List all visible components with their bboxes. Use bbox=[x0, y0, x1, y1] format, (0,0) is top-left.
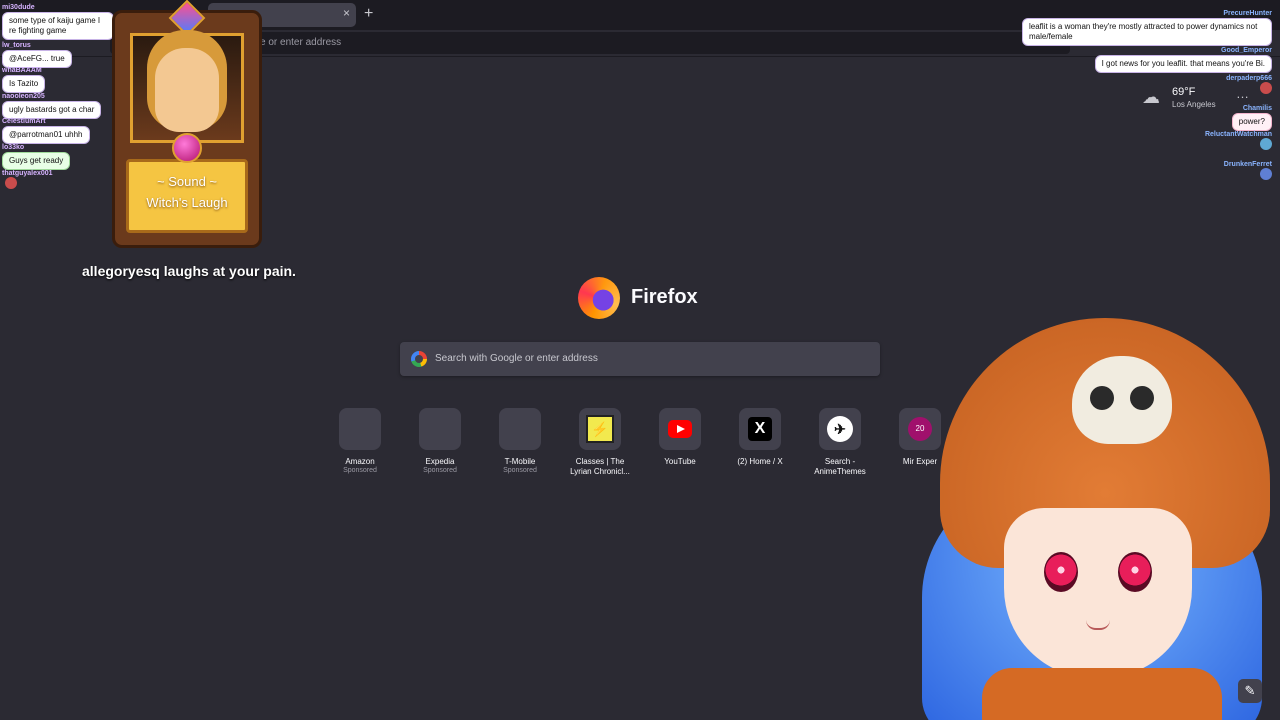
chat-username: lw_torus bbox=[2, 42, 31, 49]
tile-sponsor: Sponsored bbox=[503, 467, 537, 474]
chat-username: whaBAAAM bbox=[2, 67, 42, 74]
chat-username: Chamilis bbox=[1242, 105, 1272, 112]
chat-text: @AceFG... true bbox=[2, 50, 72, 68]
chat-message: mi30dude some type of kaiju game I re fi… bbox=[2, 4, 114, 40]
tile-label: Search - AnimeThemes bbox=[814, 457, 866, 476]
chat-text: Is Tazito bbox=[2, 75, 46, 93]
chat-text: some type of kaiju game I re fighting ga… bbox=[2, 12, 114, 40]
alert-banner: ~ Sound ~ Witch's Laugh bbox=[126, 159, 248, 233]
tmobile-icon bbox=[499, 408, 541, 450]
avatar-face bbox=[1004, 508, 1192, 678]
chat-username: CelestiumArt bbox=[2, 118, 46, 125]
chat-avatar bbox=[1260, 168, 1272, 180]
chat-message: PrecureHunter leaflit is a woman they're… bbox=[990, 10, 1272, 46]
chat-message: ReluctantWatchman bbox=[1160, 131, 1272, 150]
skull-eye bbox=[1090, 386, 1114, 410]
url-placeholder: e or enter address bbox=[260, 37, 342, 48]
orb-icon bbox=[172, 133, 202, 163]
top-site-expedia[interactable]: Expedia Sponsored bbox=[410, 408, 470, 474]
sound-alert-card: ~ Sound ~ Witch's Laugh bbox=[112, 0, 262, 248]
chat-username: mi30dude bbox=[2, 4, 35, 11]
chat-message: CelestiumArt @parrotman01 uhhh bbox=[2, 118, 90, 144]
chat-avatar bbox=[5, 177, 17, 189]
tile-box: X bbox=[739, 408, 781, 450]
top-site-x[interactable]: X (2) Home / X bbox=[730, 408, 790, 467]
chat-text: @parrotman01 uhhh bbox=[2, 126, 90, 144]
top-sites: Amazon Sponsored Expedia Sponsored T-Mob… bbox=[330, 408, 950, 488]
chat-message: whaBAAAM Is Tazito bbox=[2, 67, 46, 93]
tile-label: Amazon bbox=[345, 457, 375, 466]
chat-username: naooleon205 bbox=[2, 93, 45, 100]
avatar-mouth bbox=[1086, 620, 1110, 630]
chat-avatar bbox=[1260, 82, 1272, 94]
avatar-eye bbox=[1118, 552, 1152, 592]
tile-box bbox=[659, 408, 701, 450]
chat-username: lo33ko bbox=[2, 144, 25, 151]
top-site-youtube[interactable]: YouTube bbox=[650, 408, 710, 467]
skull-icon bbox=[1072, 356, 1172, 444]
lyrian-icon: ⚡ bbox=[586, 415, 614, 443]
tile-box: ⚡ bbox=[579, 408, 621, 450]
top-site-tmobile[interactable]: T-Mobile Sponsored bbox=[490, 408, 550, 474]
expedia-icon bbox=[419, 408, 461, 450]
chat-message: derpaderp666 bbox=[1160, 75, 1272, 94]
firefox-wordmark: Firefox bbox=[631, 286, 698, 308]
edit-icon[interactable]: ✎ bbox=[1238, 679, 1262, 703]
new-tab-button[interactable]: + bbox=[364, 5, 373, 23]
chat-message: Chamilis power? bbox=[1160, 105, 1272, 131]
chat-username: DrunkenFerret bbox=[1223, 161, 1272, 168]
tile-label: T-Mobile bbox=[504, 457, 536, 466]
search-placeholder: Search with Google or enter address bbox=[435, 353, 598, 364]
close-tab-icon[interactable]: × bbox=[343, 6, 350, 20]
tile-box: ✈ bbox=[819, 408, 861, 450]
top-site-animethemes[interactable]: ✈ Search - AnimeThemes bbox=[810, 408, 870, 477]
firefox-logo-block: Firefox bbox=[578, 277, 778, 321]
chat-text: ugly bastards got a char bbox=[2, 101, 102, 119]
chat-text: leaflit is a woman they're mostly attrac… bbox=[1022, 18, 1272, 46]
firefox-logo-icon bbox=[578, 277, 620, 319]
chat-text: I got news for you leaflit. that means y… bbox=[1094, 55, 1272, 73]
alert-portrait bbox=[130, 33, 244, 143]
chat-username: Good_Emperor bbox=[1221, 47, 1272, 54]
chat-username: thatguyalex001 bbox=[2, 170, 53, 177]
search-input[interactable]: Search with Google or enter address bbox=[400, 342, 880, 376]
tile-sponsor: Sponsored bbox=[423, 467, 457, 474]
vtuber-avatar bbox=[912, 318, 1280, 720]
chat-message: DrunkenFerret bbox=[1160, 161, 1272, 180]
top-site-lyrian[interactable]: ⚡ Classes | The Lyrian Chronicl... bbox=[570, 408, 630, 477]
chat-avatar bbox=[1260, 138, 1272, 150]
animethemes-icon: ✈ bbox=[827, 416, 853, 442]
chat-message: lw_torus @AceFG... true bbox=[2, 42, 72, 68]
chat-username: derpaderp666 bbox=[1226, 75, 1272, 82]
alert-message: allegoryesq laughs at your pain. bbox=[82, 263, 296, 279]
tile-label: YouTube bbox=[664, 457, 696, 466]
tile-sponsor: Sponsored bbox=[343, 467, 377, 474]
chat-text: power? bbox=[1231, 113, 1272, 131]
chat-username: PrecureHunter bbox=[1223, 10, 1272, 17]
chat-message: Good_Emperor I got news for you leaflit.… bbox=[1060, 47, 1272, 73]
character-portrait-icon bbox=[155, 48, 219, 132]
x-icon: X bbox=[748, 417, 772, 441]
chat-username: ReluctantWatchman bbox=[1204, 131, 1272, 138]
youtube-icon bbox=[668, 420, 692, 438]
google-icon bbox=[411, 351, 427, 367]
amazon-icon bbox=[339, 408, 381, 450]
avatar-eye bbox=[1044, 552, 1078, 592]
skull-eye bbox=[1130, 386, 1154, 410]
tile-label: Classes | The Lyrian Chronicl... bbox=[570, 457, 630, 476]
chat-message: thatguyalex001 bbox=[2, 170, 53, 189]
chat-message: naooleon205 ugly bastards got a char bbox=[2, 93, 102, 119]
chat-text: Guys get ready bbox=[2, 152, 71, 170]
tile-label: Expedia bbox=[425, 457, 455, 466]
avatar-hoodie bbox=[982, 668, 1222, 720]
alert-title: ~ Sound ~ bbox=[157, 174, 217, 189]
partly-cloudy-icon: ☁ bbox=[1142, 87, 1160, 107]
top-site-amazon[interactable]: Amazon Sponsored bbox=[330, 408, 390, 474]
tile-label: (2) Home / X bbox=[737, 457, 783, 466]
chat-message: lo33ko Guys get ready bbox=[2, 144, 71, 170]
alert-subtitle: Witch's Laugh bbox=[146, 195, 228, 210]
